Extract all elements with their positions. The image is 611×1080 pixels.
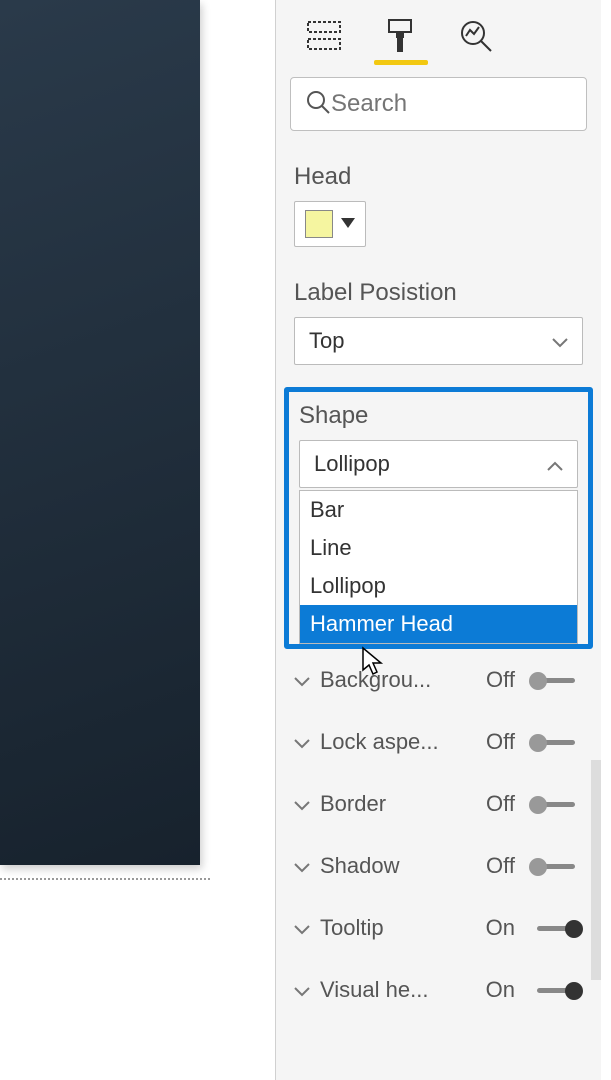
- toggle-row-lock-aspect[interactable]: Lock aspe... Off: [276, 711, 601, 773]
- toggle-label: Visual he...: [320, 977, 467, 1003]
- toggle-switch[interactable]: [529, 734, 583, 750]
- label-position-value: Top: [309, 328, 344, 354]
- toggle-label: Backgrou...: [320, 667, 467, 693]
- shape-dropdown-list: Bar Line Lollipop Hammer Head: [299, 490, 578, 644]
- search-icon: [305, 89, 331, 120]
- toggle-state-text: Off: [475, 791, 515, 817]
- head-label: Head: [294, 163, 583, 191]
- toggle-list: Backgrou... Off Lock aspe... Off Border …: [276, 649, 601, 1021]
- panel-scrollbar[interactable]: [591, 760, 601, 980]
- toggle-row-shadow[interactable]: Shadow Off: [276, 835, 601, 897]
- toggle-switch[interactable]: [529, 920, 583, 936]
- toggle-state-text: On: [475, 915, 515, 941]
- toggle-label: Lock aspe...: [320, 729, 467, 755]
- visualizations-panel: Head Label Posistion Top Shape Lollipop …: [275, 0, 601, 1080]
- chevron-down-icon: [294, 853, 312, 879]
- toggle-state-text: On: [475, 977, 515, 1003]
- search-input[interactable]: [331, 90, 572, 118]
- toggle-label: Tooltip: [320, 915, 467, 941]
- toggle-row-border[interactable]: Border Off: [276, 773, 601, 835]
- format-tab-icon[interactable]: [382, 18, 418, 54]
- chevron-down-icon: [294, 791, 312, 817]
- chevron-up-icon: [547, 451, 563, 477]
- toggle-label: Shadow: [320, 853, 467, 879]
- analytics-tab-icon[interactable]: [458, 18, 494, 54]
- shape-property-highlight: Shape Lollipop Bar Line Lollipop Hammer …: [284, 387, 593, 649]
- toggle-row-background[interactable]: Backgrou... Off: [276, 649, 601, 711]
- chevron-down-icon: [552, 328, 568, 354]
- label-position-label: Label Posistion: [294, 279, 583, 307]
- report-canvas[interactable]: [0, 0, 210, 880]
- toggle-switch[interactable]: [529, 858, 583, 874]
- search-box[interactable]: [290, 77, 587, 131]
- panel-tab-row: [276, 0, 601, 54]
- toggle-row-visual-header[interactable]: Visual he... On: [276, 959, 601, 1021]
- shape-option-bar[interactable]: Bar: [300, 491, 577, 529]
- visual-tile[interactable]: [0, 0, 200, 865]
- head-color-swatch: [305, 210, 333, 238]
- shape-dropdown-value: Lollipop: [314, 451, 390, 477]
- format-tab-underline: [374, 60, 428, 65]
- toggle-state-text: Off: [475, 667, 515, 693]
- chevron-down-icon: [294, 667, 312, 693]
- shape-option-lollipop[interactable]: Lollipop: [300, 567, 577, 605]
- chevron-down-icon: [294, 977, 312, 1003]
- toggle-state-text: Off: [475, 729, 515, 755]
- shape-label: Shape: [299, 402, 578, 430]
- toggle-state-text: Off: [475, 853, 515, 879]
- shape-option-hammer-head[interactable]: Hammer Head: [300, 605, 577, 643]
- label-position-dropdown[interactable]: Top: [294, 317, 583, 365]
- shape-option-line[interactable]: Line: [300, 529, 577, 567]
- chevron-down-icon: [341, 215, 355, 233]
- toggle-row-tooltip[interactable]: Tooltip On: [276, 897, 601, 959]
- fields-tab-icon[interactable]: [306, 18, 342, 54]
- shape-dropdown[interactable]: Lollipop: [299, 440, 578, 488]
- toggle-label: Border: [320, 791, 467, 817]
- chevron-down-icon: [294, 729, 312, 755]
- toggle-switch[interactable]: [529, 672, 583, 688]
- chevron-down-icon: [294, 915, 312, 941]
- toggle-switch[interactable]: [529, 796, 583, 812]
- head-color-picker[interactable]: [294, 201, 366, 247]
- toggle-switch[interactable]: [529, 982, 583, 998]
